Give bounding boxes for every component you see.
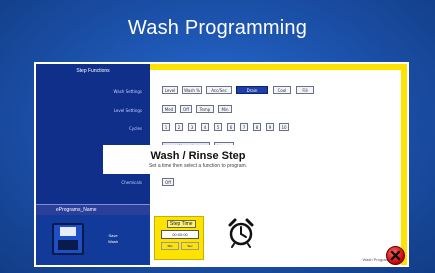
level-med-button[interactable]: Med bbox=[162, 105, 176, 113]
floppy-disk-icon[interactable] bbox=[52, 223, 84, 255]
label-wash-settings: Wash Settings bbox=[113, 89, 142, 94]
right-accent-bar bbox=[401, 64, 407, 265]
cycle-10-button[interactable]: 10 bbox=[279, 123, 289, 131]
cycle-9-button[interactable]: 9 bbox=[266, 123, 274, 131]
program-name-field[interactable]: ePrograms_Name bbox=[36, 204, 150, 215]
step-time-sec-button[interactable]: Sec bbox=[181, 242, 199, 250]
cool-button[interactable]: Cool bbox=[273, 86, 291, 94]
temp-button[interactable]: Temp bbox=[196, 105, 214, 113]
step-instructions: Set a time then select a function to pro… bbox=[148, 163, 248, 169]
cycle-6-button[interactable]: 6 bbox=[227, 123, 235, 131]
label-cycles: Cycles bbox=[128, 126, 142, 131]
step-time-label: Step Time bbox=[167, 220, 196, 228]
acc-sec-button[interactable]: Acc/Sec bbox=[206, 86, 232, 94]
sidebar-header: Step Functions bbox=[76, 68, 110, 74]
step-time-panel: Step Time 00:00:00 Min Sec bbox=[154, 216, 204, 260]
slide-title: Wash Programming bbox=[127, 17, 308, 39]
cycle-3-button[interactable]: 3 bbox=[188, 123, 196, 131]
status-text: Wash Program bbox=[362, 257, 389, 262]
min-button[interactable]: Min bbox=[218, 105, 232, 113]
cycle-5-button[interactable]: 5 bbox=[214, 123, 222, 131]
alarm-clock-icon[interactable] bbox=[226, 216, 256, 248]
cycle-8-button[interactable]: 8 bbox=[253, 123, 261, 131]
cycle-4-button[interactable]: 4 bbox=[201, 123, 209, 131]
chemicals-off-button[interactable]: Off bbox=[162, 178, 174, 186]
step-time-min-button[interactable]: Min bbox=[161, 242, 179, 250]
step-info-panel: Wash / Rinse Step Set a time then select… bbox=[103, 145, 293, 174]
drain-button[interactable]: Drain bbox=[236, 86, 268, 94]
label-chemicals: Chemicals bbox=[121, 180, 142, 185]
wash-percent-button[interactable]: Wash % bbox=[182, 86, 202, 94]
cycle-7-button[interactable]: 7 bbox=[240, 123, 248, 131]
save-label: Save Wash bbox=[108, 233, 119, 244]
close-icon[interactable] bbox=[386, 246, 405, 265]
app-screenshot: Step Functions Wash Settings Level Setti… bbox=[34, 62, 409, 267]
fill-button[interactable]: Fill bbox=[296, 86, 314, 94]
level-off-button[interactable]: Off bbox=[180, 105, 192, 113]
cycle-1-button[interactable]: 1 bbox=[162, 123, 170, 131]
wash-level-button[interactable]: Level bbox=[162, 86, 178, 94]
step-title: Wash / Rinse Step bbox=[150, 150, 246, 162]
sidebar-save-area: Save Wash bbox=[36, 215, 150, 265]
top-accent-bar bbox=[150, 64, 407, 70]
label-level-settings: Level Settings bbox=[113, 108, 142, 113]
step-time-value[interactable]: 00:00:00 bbox=[161, 230, 199, 239]
cycle-2-button[interactable]: 2 bbox=[175, 123, 183, 131]
